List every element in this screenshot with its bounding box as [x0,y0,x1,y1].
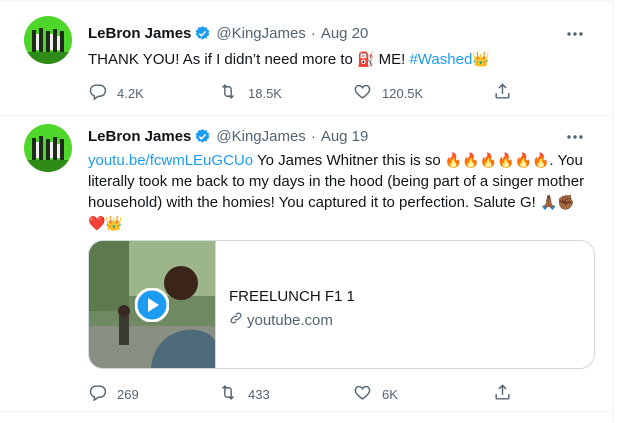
tweet[interactable]: LeBron James @KingJames · Aug 19 youtu.b… [0,115,612,412]
more-icon[interactable] [564,23,586,45]
retweet-count: 433 [248,386,270,402]
reply-count: 4.2K [117,85,144,101]
author-handle[interactable]: @KingJames [216,128,305,145]
reply-button[interactable]: 269 [88,383,218,405]
tweet-text: youtu.be/fcwmLEuGCUo Yo James Whitner th… [88,150,588,234]
tweet-text: THANK YOU! As if I didn’t need more to ⛽… [88,49,588,70]
share-button[interactable] [493,82,528,104]
retweet-icon [218,82,238,104]
share-icon [493,383,512,405]
text-part: ME! [374,51,410,68]
url-link[interactable]: youtu.be/fcwmLEuGCUo [88,152,253,169]
tweet-header: LeBron James @KingJames · Aug 19 [88,128,368,145]
author-handle[interactable]: @KingJames [216,25,305,42]
tweet-date[interactable]: Aug 20 [321,25,369,42]
tweet-header: LeBron James @KingJames · Aug 20 [88,25,368,42]
like-button[interactable]: 120.5K [353,82,493,104]
verified-badge-icon [194,25,211,42]
separator-dot: · [310,128,316,145]
play-icon[interactable] [134,287,170,327]
share-icon [493,82,512,104]
like-button[interactable]: 6K [353,383,493,405]
retweet-button[interactable]: 18.5K [218,82,353,104]
reply-icon [88,82,107,104]
tweet-actions: 4.2K 18.5K 120.5K [88,82,528,104]
avatar[interactable] [24,16,72,64]
card-domain: youtube.com [229,311,333,329]
separator-dot: · [310,25,316,42]
tweet-actions: 269 433 6K [88,383,528,405]
like-icon [353,82,372,104]
retweet-button[interactable]: 433 [218,383,353,405]
fuel-emoji: ⛽ [357,51,375,67]
text-part: THANK YOU! As if I didn’t need more to [88,51,358,68]
tweet-date[interactable]: Aug 19 [321,128,369,145]
reply-icon [88,383,107,405]
retweet-icon [218,383,238,405]
avatar[interactable] [24,124,72,172]
share-button[interactable] [493,383,528,405]
verified-badge-icon [194,128,211,145]
hashtag-link[interactable]: #Washed [409,51,472,68]
link-icon [229,311,243,329]
timeline: LeBron James @KingJames · Aug 20 THANK Y… [0,0,613,423]
card-domain-text: youtube.com [247,311,333,329]
like-count: 6K [382,386,398,402]
author-name[interactable]: LeBron James [88,25,191,42]
more-icon[interactable] [564,126,586,148]
like-icon [353,383,372,405]
crown-emoji: 👑 [472,51,490,67]
fire-emojis: 🔥🔥🔥🔥🔥🔥 [444,152,550,168]
link-card[interactable]: FREELUNCH F1 1 youtube.com [88,240,595,369]
reply-count: 269 [117,386,139,402]
like-count: 120.5K [382,85,424,101]
tweet[interactable]: LeBron James @KingJames · Aug 20 THANK Y… [0,0,612,116]
card-title: FREELUNCH F1 1 [229,288,355,305]
retweet-count: 18.5K [248,85,282,101]
author-name[interactable]: LeBron James [88,128,191,145]
reply-button[interactable]: 4.2K [88,82,218,104]
text-part: Yo James Whitner this is so [253,152,445,169]
